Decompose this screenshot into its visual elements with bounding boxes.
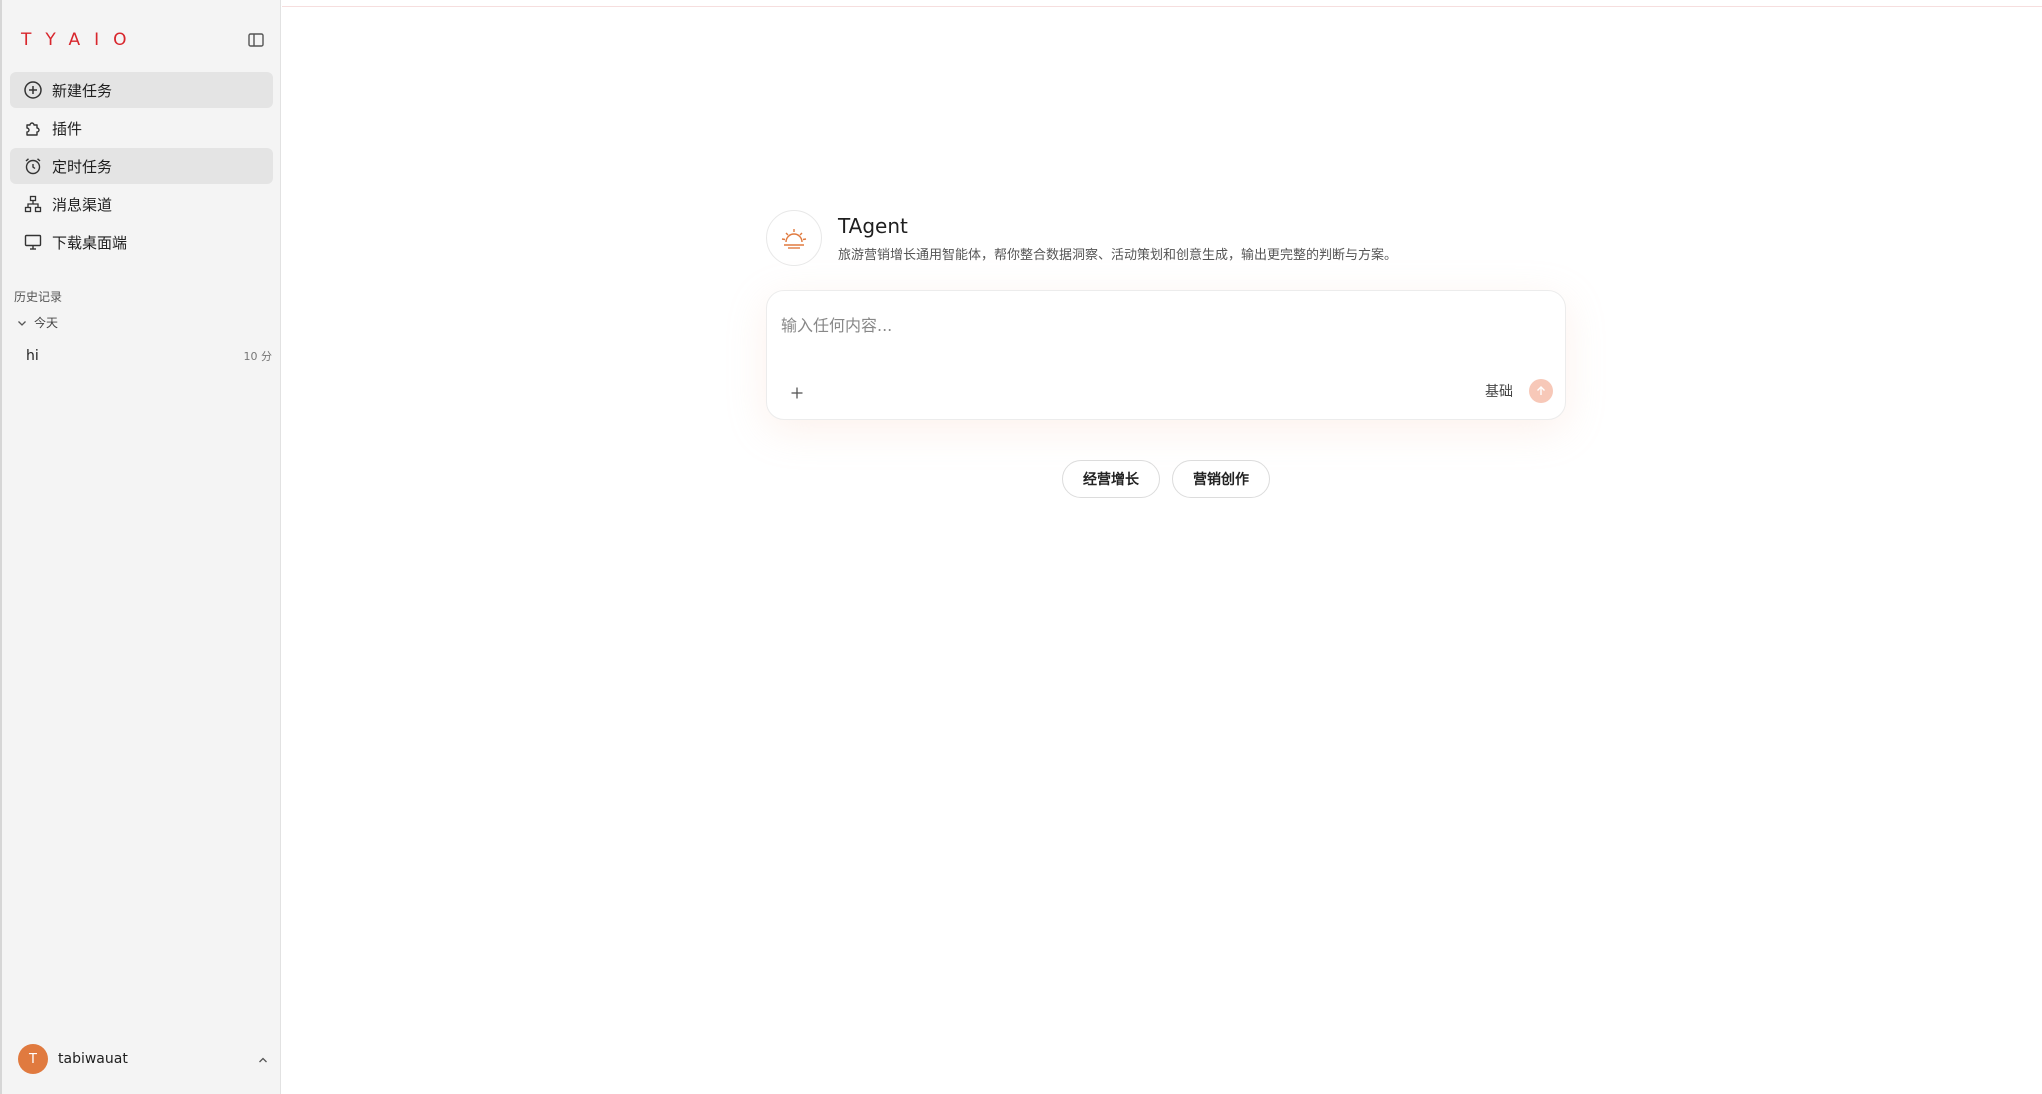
agent-name: TAgent [838, 213, 908, 238]
history-section-title: 历史记录 [14, 290, 63, 304]
sidebar-toggle-icon[interactable] [246, 30, 266, 50]
agent-info: TAgent 旅游营销增长通用智能体，帮你整合数据洞察、活动策划和创意生成，输出… [838, 214, 1397, 263]
sidebar-item-label: 新建任务 [52, 81, 113, 100]
suggestion-chips: 经营增长 营销创作 [1062, 460, 1282, 498]
mode-selector[interactable]: 基础 [1485, 381, 1513, 401]
history-group-today[interactable]: 今天 [16, 314, 58, 331]
monitor-icon [22, 231, 44, 253]
puzzle-icon [22, 117, 44, 139]
avatar: T [18, 1044, 48, 1074]
history-item-title: hi [26, 348, 39, 364]
chevron-up-icon [256, 1052, 270, 1066]
arrow-up-icon [1537, 386, 1545, 395]
sidebar-item-scheduled-tasks[interactable]: 定时任务 [10, 148, 273, 184]
plus-circle-icon [22, 79, 44, 101]
sidebar-item-label: 插件 [52, 119, 83, 138]
sidebar-item-message-channels[interactable]: 消息渠道 [10, 186, 273, 222]
suggestion-chip-marketing[interactable]: 营销创作 [1172, 460, 1270, 498]
add-attachment-button[interactable] [787, 383, 807, 403]
prompt-input[interactable] [779, 305, 1549, 345]
history-group-label: 今天 [34, 316, 59, 330]
network-icon [22, 193, 44, 215]
sidebar: TYAIO 新建任务 插件 定时任务 消息渠道 下载桌面端 历史记录 今天 hi… [2, 0, 281, 1094]
agent-description: 旅游营销增长通用智能体，帮你整合数据洞察、活动策划和创意生成，输出更完整的判断与… [838, 247, 1398, 263]
sidebar-item-label: 消息渠道 [52, 195, 113, 214]
suggestion-chip-growth[interactable]: 经营增长 [1062, 460, 1160, 498]
sidebar-nav: 新建任务 插件 定时任务 消息渠道 下载桌面端 [10, 72, 273, 262]
username: tabiwauat [58, 1051, 128, 1067]
brand-logo: TYAIO [21, 30, 141, 50]
user-menu[interactable]: T tabiwauat [18, 1044, 270, 1074]
history-item[interactable]: hi 10 分 [16, 344, 274, 368]
composer: 基础 [766, 290, 1566, 420]
top-divider [282, 6, 2042, 7]
sidebar-item-new-task[interactable]: 新建任务 [10, 72, 273, 108]
plus-icon [791, 387, 803, 399]
history-item-time: 10 分 [243, 350, 273, 363]
sidebar-item-label: 定时任务 [52, 157, 113, 176]
send-button[interactable] [1529, 379, 1553, 403]
alarm-clock-icon [22, 155, 44, 177]
app-window: TYAIO 新建任务 插件 定时任务 消息渠道 下载桌面端 历史记录 今天 hi… [0, 0, 2042, 1094]
sidebar-item-plugins[interactable]: 插件 [10, 110, 273, 146]
sidebar-item-download-desktop[interactable]: 下载桌面端 [10, 224, 273, 260]
sunrise-icon [766, 210, 822, 266]
sidebar-item-label: 下载桌面端 [52, 233, 128, 252]
agent-header: TAgent 旅游营销增长通用智能体，帮你整合数据洞察、活动策划和创意生成，输出… [766, 210, 1397, 266]
chevron-down-icon [16, 317, 28, 329]
